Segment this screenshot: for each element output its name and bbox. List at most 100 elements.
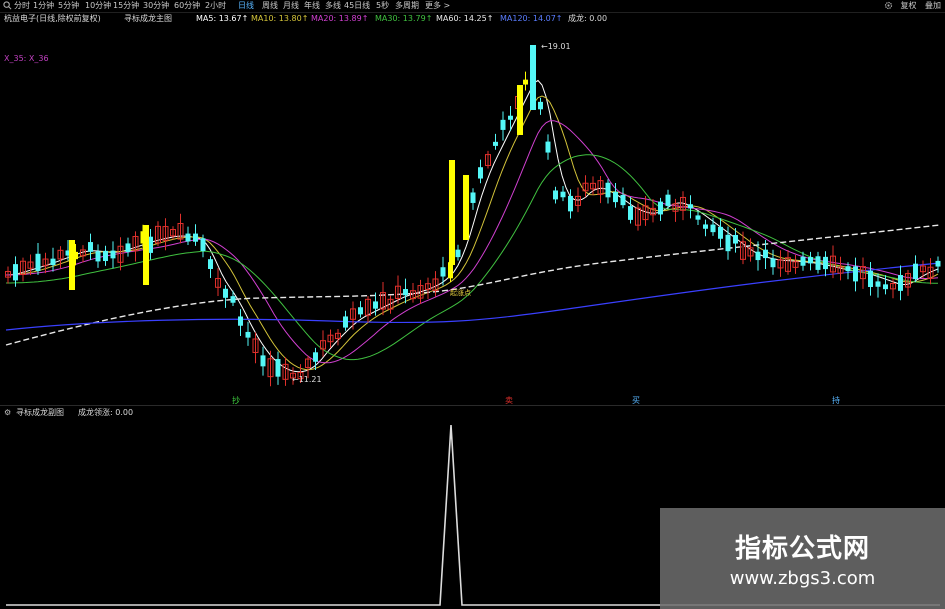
candle-body — [13, 264, 18, 281]
candlestick-chart[interactable]: ←19.01 ←11.21 起涨点抄 卖 买 持 — [0, 25, 945, 405]
candle-body — [185, 233, 191, 242]
candle-body — [800, 256, 806, 266]
high-price-label: ←19.01 — [541, 42, 571, 51]
candle-body — [875, 281, 881, 287]
candle-body — [440, 267, 446, 277]
candle-body — [523, 79, 528, 85]
candle-body — [403, 289, 408, 296]
period-tab[interactable]: 60分钟 — [174, 0, 200, 12]
signal-mark: 卖 — [505, 396, 513, 405]
candle-body — [373, 301, 378, 309]
candle-body — [620, 194, 626, 206]
candle-body — [110, 250, 116, 259]
candle-body — [193, 233, 198, 242]
candle-body — [478, 167, 483, 179]
low-price-label: ←11.21 — [292, 375, 322, 384]
candle-body — [35, 253, 41, 271]
period-tab[interactable]: 分时 — [14, 0, 30, 12]
period-tab[interactable]: 周线 — [262, 0, 278, 12]
ma10-label: MA10: 13.80↑ — [251, 14, 309, 23]
period-tab[interactable]: 10分钟 — [85, 0, 111, 12]
candle-body — [455, 249, 461, 258]
candle-body — [50, 258, 56, 266]
ma60-label: MA60: 14.25↑ — [436, 14, 494, 23]
candle-body — [538, 101, 543, 110]
candle-body — [223, 288, 228, 298]
candle-body — [200, 238, 206, 252]
candle-body — [770, 258, 776, 268]
period-tab[interactable]: 日线 — [238, 0, 254, 12]
candle-body — [208, 259, 213, 269]
candle-body — [605, 182, 611, 198]
candle-body — [245, 331, 251, 338]
candle-body — [613, 191, 618, 203]
candle-body — [553, 190, 558, 200]
candle-body — [733, 234, 738, 244]
candle-body — [688, 204, 693, 209]
main-chart-header: 杭益电子(日线,除权前复权) 寻标成龙主图 MA5: 13.67↑ MA10: … — [0, 13, 945, 25]
start-point-label: 起涨点 — [450, 288, 471, 297]
candle-body — [898, 275, 903, 291]
period-tab[interactable]: 更多 > — [425, 0, 450, 12]
signal-mark: 买 — [632, 396, 640, 405]
candle-body — [508, 115, 513, 120]
period-tab[interactable]: 2小时 — [205, 0, 226, 12]
candle-body — [103, 250, 108, 262]
signal-candle — [517, 85, 523, 135]
candle-body — [868, 270, 873, 288]
candle-body — [710, 224, 716, 233]
overlay-button[interactable]: 叠加 — [925, 1, 941, 10]
sub-chart-header: ⚙ 寻标成龙副图 成龙领涨: 0.00 — [0, 407, 945, 419]
period-tab[interactable]: 月线 — [283, 0, 299, 12]
period-tab[interactable]: 5分钟 — [58, 0, 79, 12]
signal-mark: 持 — [832, 395, 840, 405]
signal-candle — [449, 160, 455, 265]
candle-body — [125, 243, 131, 252]
candle-body — [545, 141, 551, 153]
candle-body — [725, 234, 731, 252]
period-tab[interactable]: 15分钟 — [113, 0, 139, 12]
settings-gear-icon[interactable] — [884, 1, 893, 10]
candle-body — [883, 284, 888, 290]
candle-body — [260, 355, 266, 367]
candle-body — [718, 226, 723, 239]
candle-body — [703, 224, 708, 229]
candle-body — [845, 266, 851, 272]
restore-rights-button[interactable]: 复权 — [900, 1, 916, 10]
candle-body — [275, 359, 281, 377]
search-icon[interactable] — [3, 1, 12, 10]
extra-indicator-label: 成龙: 0.00 — [568, 14, 608, 23]
watermark-url: www.zbgs3.com — [729, 568, 876, 589]
candle-body — [823, 256, 828, 270]
signal-candle — [143, 225, 149, 285]
candle-body — [853, 266, 858, 282]
gear-small-icon[interactable]: ⚙ — [4, 407, 11, 419]
candle-body — [500, 119, 506, 130]
candle-body — [815, 256, 821, 270]
candle-body — [230, 296, 236, 303]
signal-candle — [530, 45, 536, 110]
period-tab[interactable]: 年线 — [304, 0, 320, 12]
period-tab[interactable]: 5秒 — [376, 0, 389, 12]
candle-body — [763, 249, 768, 259]
sub-value-label: 成龙领涨: 0.00 — [78, 408, 134, 417]
candle-body — [755, 251, 761, 261]
watermark-overlay: 指标公式网 www.zbgs3.com — [660, 508, 945, 609]
ma120-label: MA120: 14.07↑ — [500, 14, 563, 23]
sub-indicator-name[interactable]: 寻标成龙副图 — [16, 407, 64, 419]
candle-body — [88, 242, 93, 252]
watermark-title: 指标公式网 — [734, 534, 870, 564]
candle-body — [665, 194, 671, 206]
period-tab[interactable]: 多线 — [325, 0, 341, 12]
period-tab[interactable]: 1分钟 — [33, 0, 54, 12]
period-tab[interactable]: 30分钟 — [143, 0, 169, 12]
period-tab[interactable]: 45日线 — [344, 0, 370, 12]
candle-body — [695, 215, 701, 220]
period-tab[interactable]: 多周期 — [395, 0, 419, 12]
period-toolbar: 分时 1分钟 5分钟 10分钟 15分钟 30分钟 60分钟 2小时 日线 周线 月线 年线 多线 45日… — [0, 0, 945, 13]
candle-body — [568, 195, 573, 212]
candle-body — [658, 201, 663, 215]
candle-body — [913, 263, 918, 280]
ma20-label: MA20: 13.89↑ — [311, 14, 369, 23]
main-indicator-name[interactable]: 寻标成龙主图 — [124, 13, 172, 25]
